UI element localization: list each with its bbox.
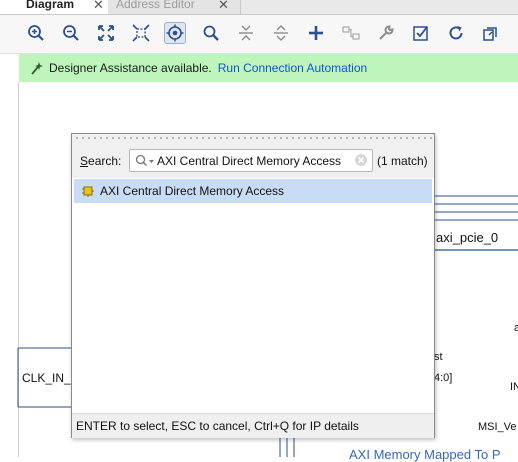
ip-block-icon [82,186,94,197]
pin-label-in: IN [510,381,518,393]
search-icon[interactable] [200,22,222,44]
expand-icon[interactable] [270,22,292,44]
canvas-border [18,82,19,457]
document-tab-bar: Diagram ✕ Address Editor ✕ [0,0,518,15]
make-connection-icon[interactable] [340,22,362,44]
search-label-text: earch: [88,154,122,168]
tab-diagram-label: Diagram [26,0,75,11]
add-ip-search-popup: Search: (1 match) AXI Central Direct Mem… [71,133,435,438]
search-label: Search: [80,154,121,168]
tab-address-editor[interactable]: Address Editor ✕ [108,0,241,14]
search-input[interactable] [157,151,347,170]
optimize-routing-icon[interactable] [479,22,501,44]
match-count: (1 match) [377,154,428,168]
validate-icon[interactable] [410,22,432,44]
list-item[interactable]: AXI Central Direct Memory Access [74,179,432,203]
popup-drag-handle[interactable] [72,134,434,142]
pin-label-st: st [434,351,443,363]
add-ip-icon[interactable] [305,22,327,44]
result-label: AXI Central Direct Memory Access [100,184,285,198]
pin-label-a: a [514,322,518,334]
assistance-text: Designer Assistance available. [49,61,212,75]
zoom-fit-icon[interactable] [95,22,117,44]
tab-diagram-close-icon[interactable]: ✕ [93,0,104,14]
axi-pcie-block-title[interactable]: axi_pcie_0 [436,230,498,245]
designer-assistance-banner: Designer Assistance available. Run Conne… [19,54,518,82]
fit-selection-icon[interactable] [130,22,152,44]
search-row: Search: (1 match) [72,142,434,178]
wrench-icon[interactable] [375,22,397,44]
clk-in-port-label[interactable]: CLK_IN_ [22,371,71,385]
axi-mm-to-pcie-label[interactable]: AXI Memory Mapped To P [349,447,501,462]
search-dropdown-icon[interactable] [135,154,155,167]
clear-search-icon[interactable] [354,153,368,167]
search-box[interactable] [129,149,373,172]
search-results-list[interactable]: AXI Central Direct Memory Access [74,179,432,411]
autoconnect-target-icon[interactable] [164,22,186,44]
tab-address-editor-label: Address Editor [116,0,195,11]
diagram-toolbar [0,15,518,54]
tab-address-editor-close-icon[interactable]: ✕ [218,0,229,14]
search-label-mnemonic: S [80,154,89,168]
pin-label-msi: MSI_Ve [478,421,517,433]
magic-wand-icon [31,62,43,75]
pin-label-4-0: 4:0] [434,372,453,384]
refresh-icon[interactable] [445,22,467,44]
zoom-out-icon[interactable] [60,22,82,44]
collapse-icon[interactable] [235,22,257,44]
popup-footer: ENTER to select, ESC to cancel, Ctrl+Q f… [72,413,434,438]
run-connection-automation-link[interactable]: Run Connection Automation [218,61,367,75]
keyboard-hint: ENTER to select, ESC to cancel, Ctrl+Q f… [76,419,359,433]
zoom-in-icon[interactable] [25,22,47,44]
